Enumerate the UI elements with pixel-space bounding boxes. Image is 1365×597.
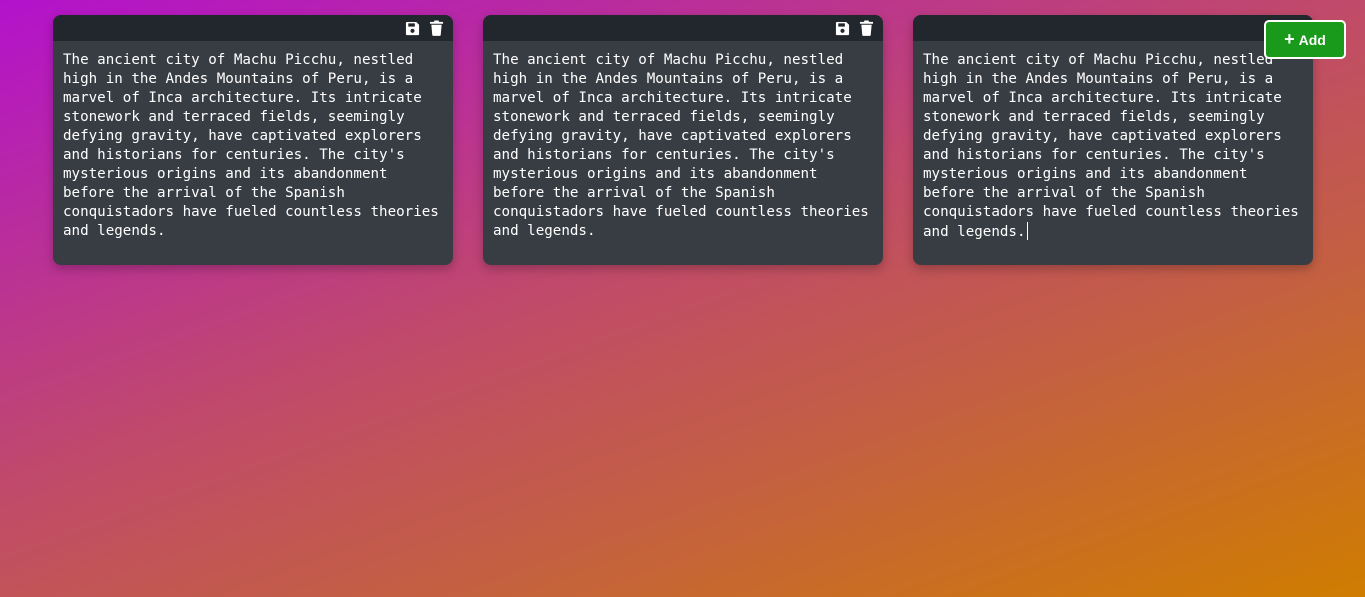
- text-cursor: [1026, 222, 1028, 240]
- note-toolbar: [913, 15, 1313, 41]
- note-toolbar: [483, 15, 883, 41]
- note-card-active: The ancient city of Machu Picchu, nestle…: [913, 15, 1313, 265]
- add-note-button[interactable]: + Add: [1264, 20, 1346, 59]
- note-text[interactable]: The ancient city of Machu Picchu, nestle…: [483, 41, 883, 265]
- save-icon[interactable]: [834, 20, 850, 36]
- save-icon[interactable]: [404, 20, 420, 36]
- note-text[interactable]: The ancient city of Machu Picchu, nestle…: [53, 41, 453, 265]
- trash-icon[interactable]: [858, 20, 874, 36]
- notes-container: The ancient city of Machu Picchu, nestle…: [53, 15, 1313, 265]
- note-card: The ancient city of Machu Picchu, nestle…: [53, 15, 453, 265]
- note-toolbar: [53, 15, 453, 41]
- note-text-editing[interactable]: The ancient city of Machu Picchu, nestle…: [913, 41, 1313, 265]
- add-button-label: Add: [1298, 31, 1326, 48]
- note-card: The ancient city of Machu Picchu, nestle…: [483, 15, 883, 265]
- note-text-content: The ancient city of Machu Picchu, nestle…: [923, 52, 1308, 240]
- trash-icon[interactable]: [428, 20, 444, 36]
- plus-icon: +: [1284, 28, 1295, 49]
